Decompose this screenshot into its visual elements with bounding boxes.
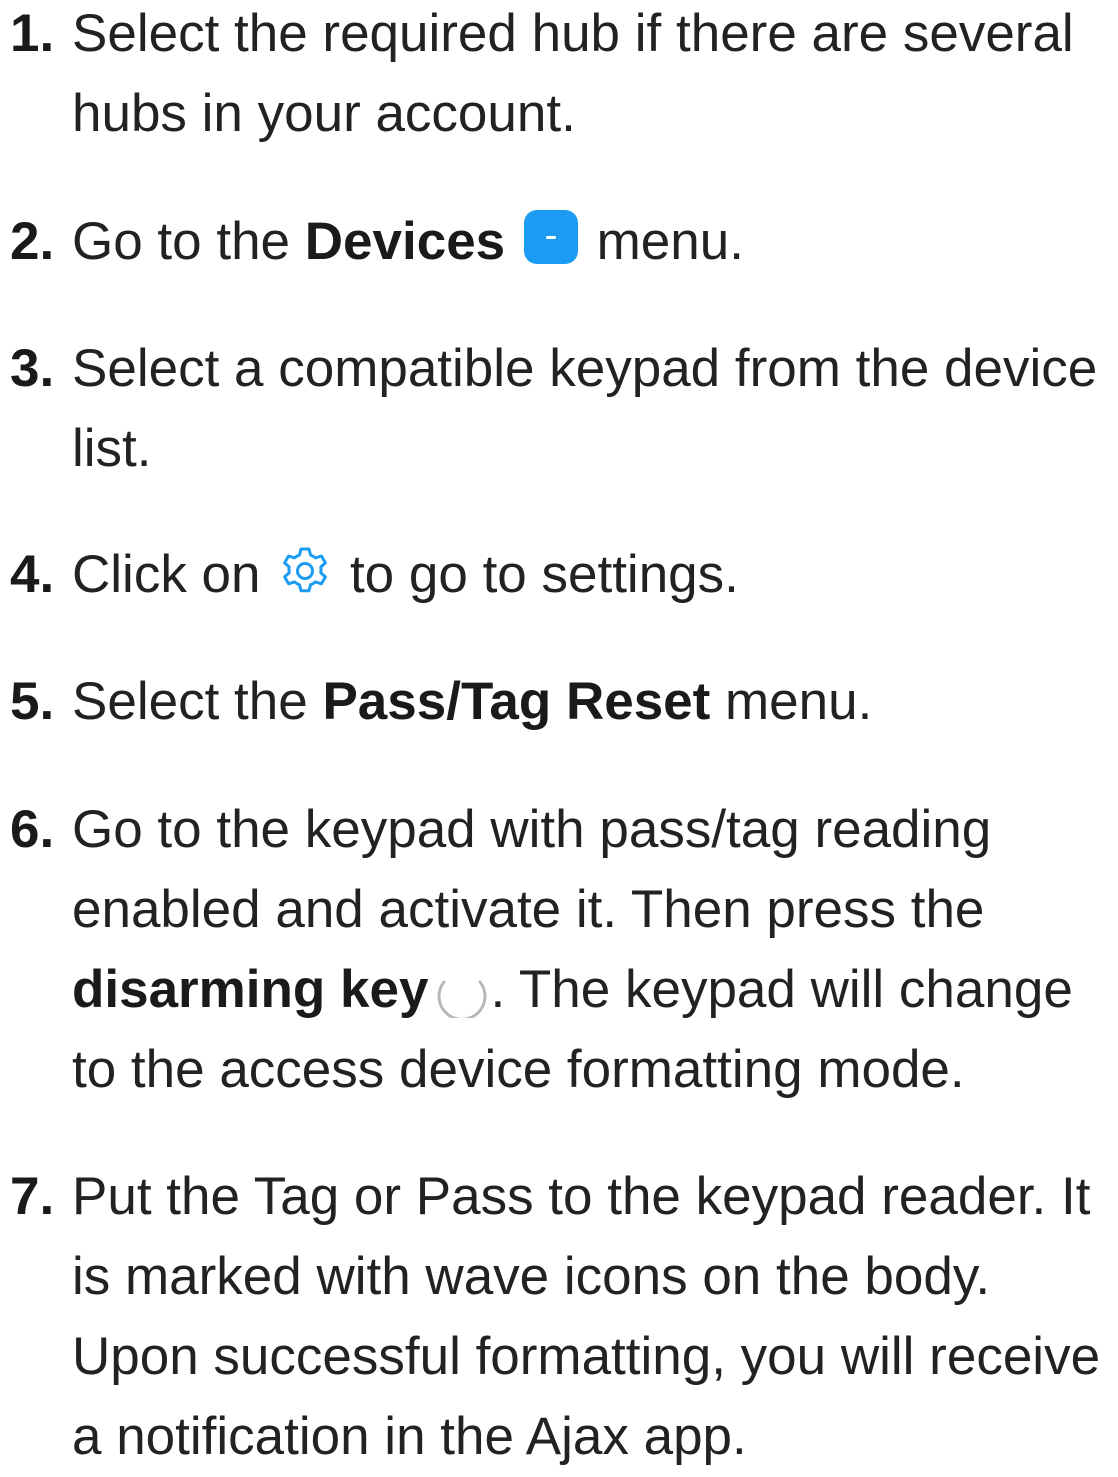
- step-number: 7.: [10, 1167, 55, 1226]
- step-text: Select a compatible keypad from the devi…: [72, 339, 1098, 478]
- step-number: 4.: [10, 545, 55, 604]
- step-text: Go to the Devices menu.: [72, 202, 1118, 282]
- devices-menu-name: Devices: [304, 212, 506, 271]
- step-text: Select the required hub if there are sev…: [72, 4, 1074, 143]
- disarming-key-name: disarming key: [72, 960, 429, 1019]
- step-text-before: Go to the keypad with pass/tag reading e…: [72, 800, 992, 939]
- disarm-key-icon: [434, 961, 490, 1021]
- step-text: Select the Pass/Tag Reset menu.: [72, 662, 1118, 742]
- step-text: Click on to go to settings.: [72, 535, 1118, 615]
- step-number: 2.: [10, 212, 55, 271]
- step-number: 6.: [10, 800, 55, 859]
- gear-icon: [277, 542, 333, 598]
- step-text-before: Click on: [72, 545, 276, 604]
- step-number: 1.: [10, 4, 55, 63]
- step-text-after: menu.: [710, 672, 873, 731]
- pass-tag-reset-menu-name: Pass/Tag Reset: [322, 672, 711, 731]
- step-text-before: Go to the: [72, 212, 305, 271]
- step-number: 3.: [10, 339, 55, 398]
- step-text-after: menu.: [581, 212, 744, 271]
- step-text: Put the Tag or Pass to the keypad reader…: [72, 1167, 1101, 1466]
- step-number: 5.: [10, 672, 55, 731]
- step-text: Go to the keypad with pass/tag reading e…: [72, 790, 1118, 1110]
- step-text-after: to go to settings.: [335, 545, 739, 604]
- step-text-before: Select the: [72, 672, 323, 731]
- devices-icon: [523, 210, 578, 264]
